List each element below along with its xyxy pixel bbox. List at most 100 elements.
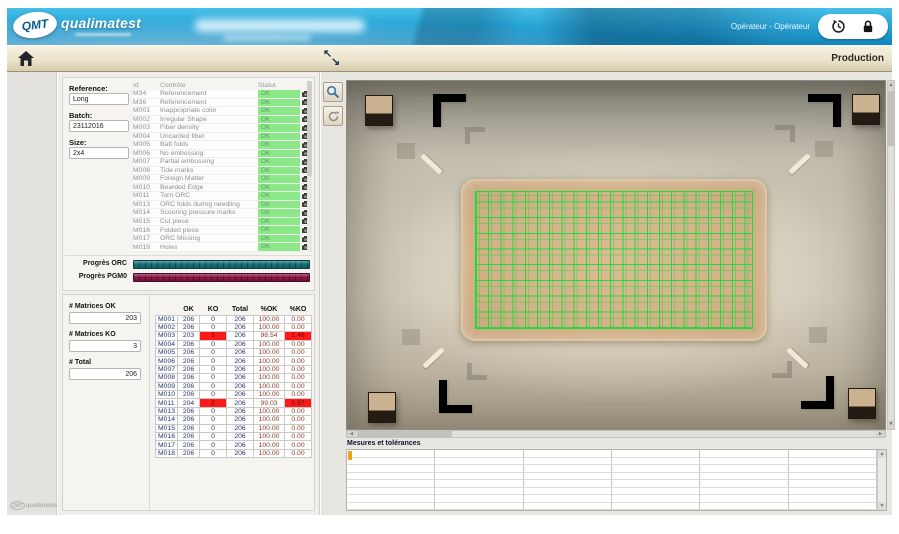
stats-total: 206: [227, 323, 254, 331]
measure-cell[interactable]: [789, 450, 877, 458]
scroll-left-icon[interactable]: ◄: [347, 431, 356, 437]
matrices-ko-field[interactable]: [69, 340, 141, 352]
measure-cell[interactable]: [612, 488, 700, 496]
measure-cell[interactable]: [789, 480, 877, 488]
control-row[interactable]: M009Foreign MatterOK: [133, 175, 310, 184]
size-field[interactable]: [69, 147, 129, 159]
scroll-right-icon[interactable]: ►: [876, 431, 885, 437]
scroll-down-icon[interactable]: ▼: [878, 502, 886, 510]
measure-cell[interactable]: [524, 503, 612, 511]
control-row[interactable]: M36ReferencementOK: [133, 99, 310, 108]
image-vertical-scrollbar[interactable]: ▲ ▼: [887, 80, 895, 430]
measure-cell[interactable]: [789, 495, 877, 503]
control-row[interactable]: M015Cut pieceOK: [133, 218, 310, 227]
history-icon[interactable]: [829, 18, 847, 36]
control-row[interactable]: M014Scouring pressure marksOK: [133, 209, 310, 218]
home-icon[interactable]: [17, 50, 39, 68]
hscroll-thumb[interactable]: [357, 431, 452, 437]
measure-cell[interactable]: [435, 488, 523, 496]
control-status-badge: OK: [258, 107, 300, 115]
measure-cell[interactable]: [435, 503, 523, 511]
measure-cell[interactable]: [524, 450, 612, 458]
control-row[interactable]: M006No embossingOK: [133, 150, 310, 159]
measure-cell[interactable]: [700, 465, 788, 473]
measure-cell[interactable]: [700, 495, 788, 503]
measure-cell[interactable]: [700, 480, 788, 488]
measure-cell[interactable]: [435, 465, 523, 473]
measure-cell[interactable]: [789, 473, 877, 481]
measure-cell[interactable]: [347, 458, 435, 466]
measure-cell[interactable]: [700, 503, 788, 511]
measure-cell[interactable]: [347, 488, 435, 496]
measure-cell[interactable]: [435, 458, 523, 466]
measure-cell[interactable]: [789, 465, 877, 473]
control-row[interactable]: M013ORC folds during needlingOK: [133, 201, 310, 210]
measure-cell[interactable]: [524, 465, 612, 473]
controls-list-scrollbar[interactable]: [307, 81, 312, 252]
measure-cell[interactable]: [612, 450, 700, 458]
expand-icon[interactable]: ↖ ↘: [322, 48, 344, 70]
measure-cell[interactable]: [700, 488, 788, 496]
control-row[interactable]: M018HolesOK: [133, 243, 310, 252]
control-row[interactable]: M005Batt foldsOK: [133, 141, 310, 150]
measure-cell[interactable]: [435, 450, 523, 458]
matrices-ok-field[interactable]: [69, 312, 141, 324]
vscroll-thumb[interactable]: [888, 91, 894, 146]
measure-cell[interactable]: [700, 458, 788, 466]
batch-field[interactable]: [69, 120, 129, 132]
measure-cell[interactable]: [435, 480, 523, 488]
measure-cell[interactable]: [789, 503, 877, 511]
measure-cell[interactable]: [612, 480, 700, 488]
image-horizontal-scrollbar[interactable]: ◄ ►: [346, 430, 886, 438]
stats-id: M016: [156, 432, 178, 440]
measure-cell[interactable]: [700, 473, 788, 481]
control-row[interactable]: M017ORC MissingOK: [133, 235, 310, 244]
measure-cell[interactable]: [347, 473, 435, 481]
control-row[interactable]: M002Irregular ShapeOK: [133, 116, 310, 125]
lock-icon[interactable]: [859, 18, 877, 36]
reference-field[interactable]: [69, 93, 129, 105]
measure-cell[interactable]: [347, 450, 435, 458]
refresh-tool-button[interactable]: [323, 106, 343, 126]
measure-cell[interactable]: [612, 503, 700, 511]
measures-scrollbar[interactable]: ▲ ▼: [877, 450, 886, 510]
measure-cell[interactable]: [347, 465, 435, 473]
measure-cell[interactable]: [347, 495, 435, 503]
control-row[interactable]: M001Inappropriate colorOK: [133, 107, 310, 116]
measure-cell[interactable]: [524, 458, 612, 466]
camera-image-viewport[interactable]: [346, 80, 886, 430]
statistics-panel: # Matrices OK # Matrices KO # Total OK K…: [62, 294, 315, 511]
control-row[interactable]: M008Tide marksOK: [133, 167, 310, 176]
total-field[interactable]: [69, 368, 141, 380]
control-row[interactable]: M003Fiber densityOK: [133, 124, 310, 133]
measure-cell[interactable]: [789, 488, 877, 496]
measure-cell[interactable]: [612, 495, 700, 503]
control-row[interactable]: M34ReferencementOK: [133, 90, 310, 99]
measure-cell[interactable]: [347, 480, 435, 488]
control-row[interactable]: M010Bearded EdgeOK: [133, 184, 310, 193]
scroll-up-icon[interactable]: ▲: [878, 450, 886, 458]
scroll-up-icon[interactable]: ▲: [888, 81, 894, 90]
measure-cell[interactable]: [524, 495, 612, 503]
measure-cell[interactable]: [524, 488, 612, 496]
left-rail: QMT qualimatest: [7, 72, 57, 515]
progress-orc-label: Progrès ORC: [63, 260, 127, 267]
measure-cell[interactable]: [789, 458, 877, 466]
measure-cell[interactable]: [435, 473, 523, 481]
measure-cell[interactable]: [347, 503, 435, 511]
measure-cell[interactable]: [524, 480, 612, 488]
control-row[interactable]: M007Partial embossingOK: [133, 158, 310, 167]
control-row[interactable]: M011Torn ORCOK: [133, 192, 310, 201]
scroll-down-icon[interactable]: ▼: [888, 420, 894, 429]
measure-cell[interactable]: [612, 458, 700, 466]
measure-cell[interactable]: [435, 495, 523, 503]
stats-ok: 206: [178, 365, 200, 373]
control-row[interactable]: M016Folded pieceOK: [133, 226, 310, 235]
measure-cell[interactable]: [524, 473, 612, 481]
measure-cell[interactable]: [612, 473, 700, 481]
measure-cell[interactable]: [700, 450, 788, 458]
measure-cell[interactable]: [612, 465, 700, 473]
control-row[interactable]: M004Uncarded fiberOK: [133, 133, 310, 142]
zoom-tool-button[interactable]: [323, 82, 343, 102]
diagonal-marker: [788, 153, 810, 174]
